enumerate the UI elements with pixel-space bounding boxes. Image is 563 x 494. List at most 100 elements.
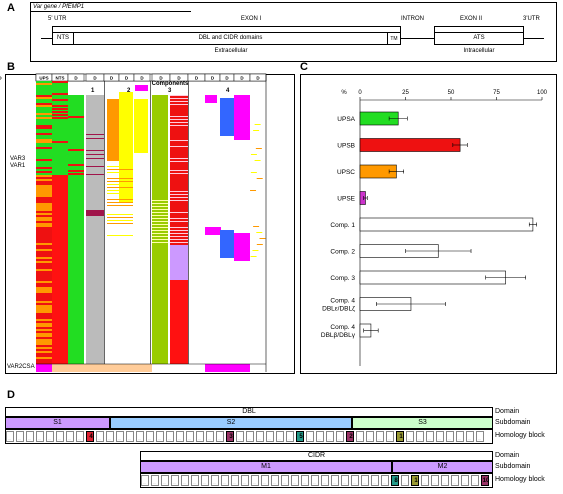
comp2-stripe xyxy=(107,235,133,236)
comp1-stripe xyxy=(86,134,104,135)
ups-stripe xyxy=(36,339,52,341)
block-ellipsis: ... xyxy=(288,436,292,441)
comp-num-3: 3 xyxy=(168,88,172,94)
homology-block: ... xyxy=(206,431,214,442)
comp3-stripe xyxy=(170,218,188,219)
block-ellipsis: ... xyxy=(258,436,262,441)
block-ellipsis: ... xyxy=(333,480,337,485)
ups-stripe xyxy=(36,317,52,319)
homology-block: ... xyxy=(171,475,179,486)
ups-stripe xyxy=(36,203,52,205)
comp2-stripe xyxy=(107,199,133,200)
block-ellipsis: ... xyxy=(118,436,122,441)
ups-stripe xyxy=(36,281,52,283)
comp4-blue-1 xyxy=(220,98,234,136)
ups-stripe xyxy=(36,181,52,183)
block-ellipsis: ... xyxy=(418,436,422,441)
ups-stripe xyxy=(36,201,52,203)
ups-stripe xyxy=(36,293,52,295)
block-ellipsis: ... xyxy=(58,436,62,441)
homology-block: ... xyxy=(401,475,409,486)
nts-column-b xyxy=(52,175,68,364)
var2csa-comp4 xyxy=(205,364,250,372)
ups-stripe xyxy=(36,113,52,115)
block-ellipsis: ... xyxy=(98,436,102,441)
homology-block-number: 1 xyxy=(414,478,418,484)
ups-stripe xyxy=(36,105,52,107)
ups-stripe xyxy=(36,361,52,363)
block-ellipsis: ... xyxy=(218,436,222,441)
ups-stripe xyxy=(36,163,52,165)
panel-d-label: D xyxy=(7,389,15,401)
comp-num-1: 1 xyxy=(91,88,95,94)
block-ellipsis: ... xyxy=(268,436,272,441)
homology-block: ... xyxy=(236,431,244,442)
x-tick-label: 25 xyxy=(402,90,409,96)
comp2-stripe xyxy=(107,193,133,194)
homology-block: 1 xyxy=(396,431,404,442)
ups-stripe xyxy=(36,101,52,103)
block-ellipsis: ... xyxy=(128,436,132,441)
homology-block: ... xyxy=(196,431,204,442)
homology-block: ... xyxy=(256,431,264,442)
ups-stripe xyxy=(36,257,52,259)
comp3-stripe xyxy=(170,230,188,231)
ups-stripe xyxy=(36,337,52,339)
ups-stripe xyxy=(36,215,52,217)
homology-block: ... xyxy=(371,475,379,486)
ups-stripe xyxy=(36,289,52,291)
comp3-green-stripe xyxy=(152,236,168,237)
block-ellipsis: ... xyxy=(273,480,277,485)
ups-stripe xyxy=(36,91,52,93)
ups-stripe xyxy=(36,165,52,167)
homology-block: 3 xyxy=(226,431,234,442)
var2csa-bar xyxy=(52,364,152,372)
comp4-blue-2 xyxy=(220,230,234,258)
d1-column xyxy=(68,95,84,364)
homology-block: ... xyxy=(186,431,194,442)
ups-stripe xyxy=(36,207,52,209)
comp3-stripe xyxy=(170,194,188,195)
homology-block: ... xyxy=(266,431,274,442)
ups-stripe xyxy=(36,157,52,159)
comp1-stripe xyxy=(86,154,104,155)
bar xyxy=(359,217,534,232)
label-homology-top: Homology block xyxy=(495,432,545,439)
homology-block: ... xyxy=(36,431,44,442)
homology-block: ... xyxy=(466,431,474,442)
ups-stripe xyxy=(36,221,52,223)
subdomain-m1-label: M1 xyxy=(261,463,271,470)
homology-block: ... xyxy=(291,475,299,486)
block-ellipsis: ... xyxy=(438,436,442,441)
nts-stripe xyxy=(52,114,68,116)
ups-stripe xyxy=(36,133,52,135)
block-ellipsis: ... xyxy=(163,480,167,485)
homology-block: ... xyxy=(406,431,414,442)
comp1-stripe xyxy=(86,158,104,159)
comp3-red-b xyxy=(170,280,188,364)
comp4-magenta-3 xyxy=(205,227,221,235)
block-ellipsis: ... xyxy=(143,480,147,485)
block-ellipsis: ... xyxy=(328,436,332,441)
homology-block: ... xyxy=(336,431,344,442)
label-domain-bottom: Domain xyxy=(495,452,520,459)
ups-stripe xyxy=(36,311,52,313)
ups-stripe xyxy=(36,319,52,321)
ups-stripe xyxy=(36,107,52,109)
ups-stripe xyxy=(36,291,52,293)
ups-stripe xyxy=(36,241,52,243)
ups-stripe xyxy=(36,211,52,213)
d1-stripe xyxy=(68,116,84,118)
comp3-stripe xyxy=(170,197,188,198)
homology-block: ... xyxy=(281,475,289,486)
homology-block: ... xyxy=(246,431,254,442)
ups-stripe xyxy=(36,205,52,207)
comp2-yellow xyxy=(119,92,133,202)
comp3-stripe xyxy=(170,173,188,174)
comp3-stripe xyxy=(170,191,188,192)
comp3-stripe xyxy=(170,116,188,117)
comp2-stripe xyxy=(107,217,133,218)
comp3-green-stripe xyxy=(152,221,168,222)
homology-block: ... xyxy=(216,431,224,442)
block-ellipsis: ... xyxy=(448,436,452,441)
